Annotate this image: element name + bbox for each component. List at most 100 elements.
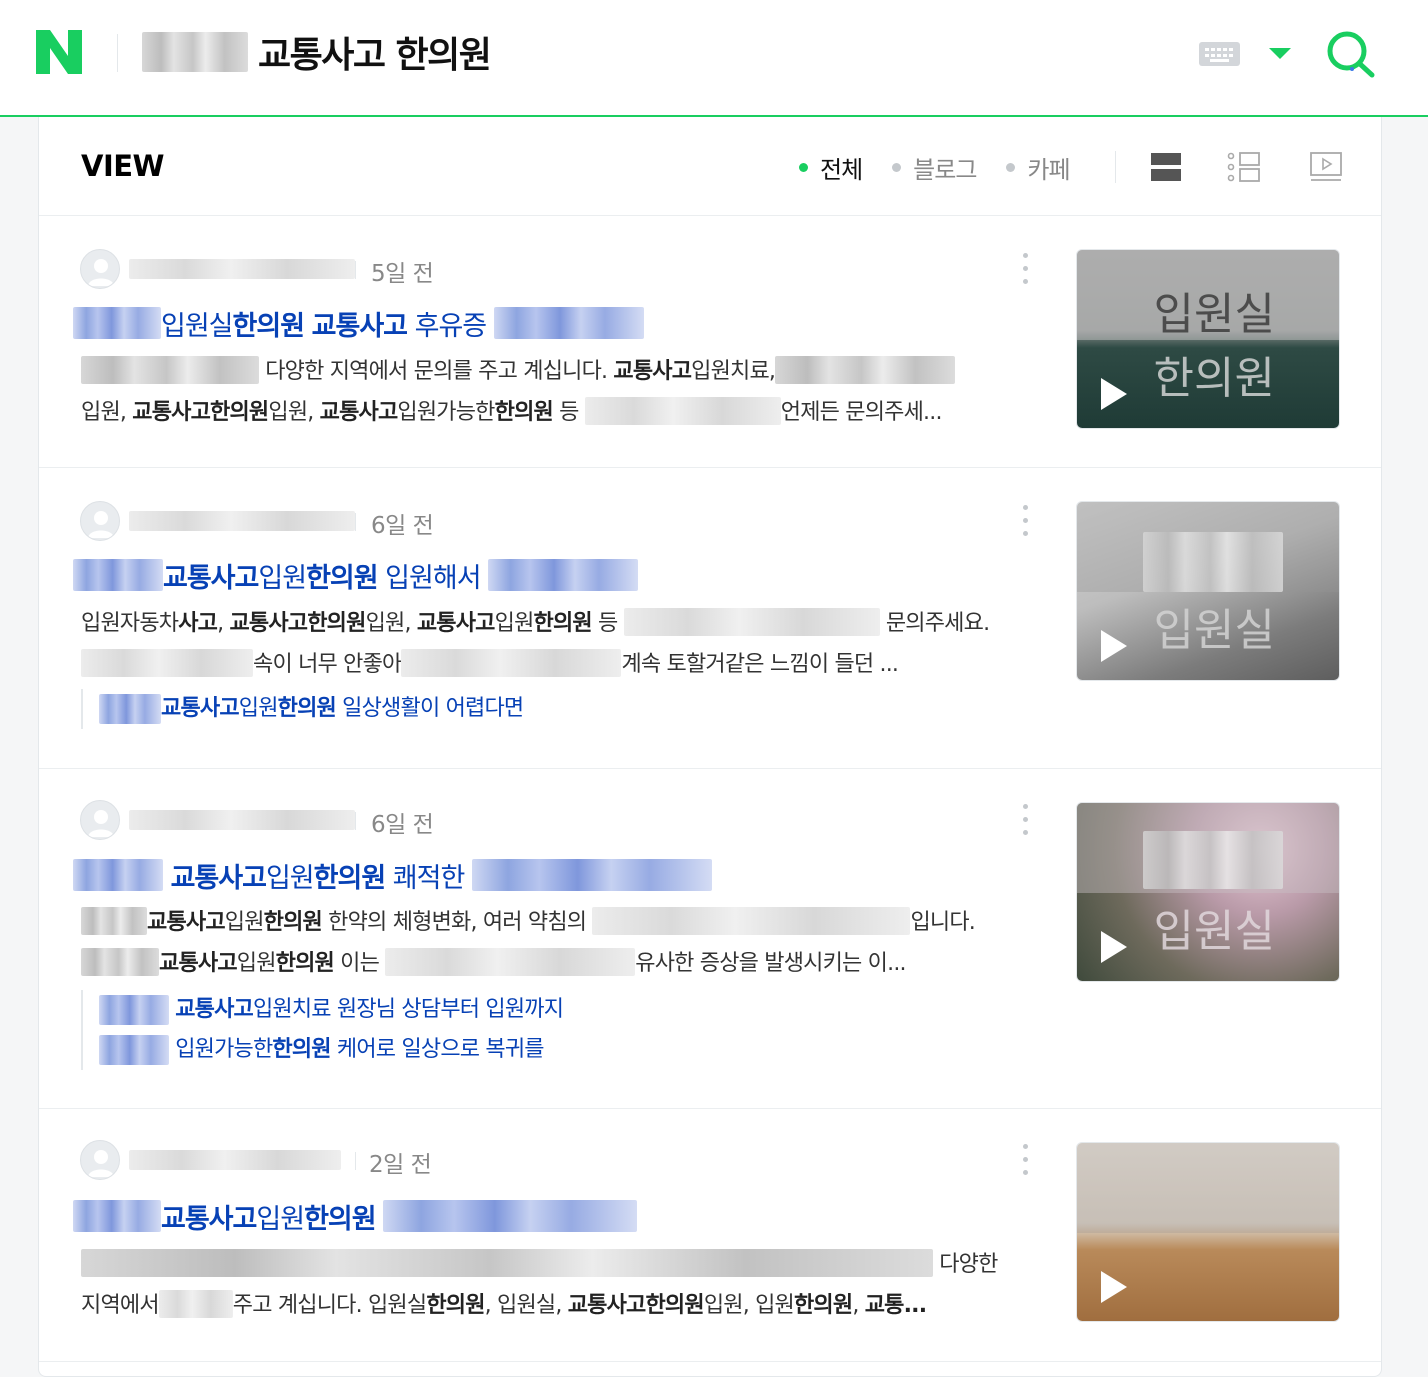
result-description[interactable]: 다양한 지역에서 주고 계십니다. 입원실한의원, 입원실, 교통사고한의원입원,… (81, 1244, 1031, 1326)
blurred-text (1143, 532, 1283, 592)
dropdown-arrow-icon[interactable] (1269, 48, 1291, 59)
result-description[interactable]: 교통사고입원한의원 한약의 체형변화, 여러 약침의 입니다. 교통사고입원한의… (81, 902, 1031, 984)
desc-text: 입원, (81, 400, 133, 425)
author-name-blurred[interactable] (129, 810, 355, 830)
result-title-link[interactable]: 입원실 한의원 교통사고 후유증 (73, 303, 644, 343)
more-options-icon[interactable] (1022, 253, 1030, 287)
desc-text: 입원 (224, 910, 265, 935)
title-keyword: 교통사고 (311, 310, 408, 342)
link-keyword: 한의원 (272, 1037, 331, 1062)
filter-cafe[interactable]: 카페 (1006, 150, 1071, 185)
blurred-text (383, 1200, 638, 1232)
dot-icon (892, 162, 902, 172)
result-description[interactable]: 입원자동차사고, 교통사고한의원입원, 교통사고입원한의원 등 문의주세요. 속… (81, 603, 1031, 685)
filter-label: 전체 (820, 155, 863, 184)
result-title-link[interactable]: 교통사고 입원 한의원 (73, 1196, 638, 1236)
desc-text: 입원 (236, 951, 277, 976)
blurred-text (385, 948, 636, 976)
author-avatar[interactable] (80, 249, 120, 289)
link-text: 입원치료 원장님 상담부터 입원까지 (252, 997, 564, 1022)
title-text: 입원 (258, 562, 307, 594)
title-keyword: 교통사고 (170, 862, 267, 894)
author-avatar[interactable] (80, 800, 120, 840)
section-title: VIEW (81, 149, 165, 183)
desc-text: , (852, 1293, 865, 1318)
desc-text: 다양한 (933, 1252, 998, 1277)
view-section-header: VIEW 전체 블로그 카페 (39, 117, 1381, 216)
filter-blog[interactable]: 블로그 (892, 150, 977, 185)
author-name-blurred[interactable] (129, 259, 355, 279)
more-options-icon[interactable] (1022, 804, 1030, 838)
result-thumbnail[interactable]: 입원실 한의원 (1076, 249, 1340, 429)
result-thumbnail[interactable] (1076, 1142, 1340, 1322)
blurred-text (488, 559, 639, 591)
related-link[interactable]: 교통사고 입원치료 원장님 상담부터 입원까지 (99, 990, 564, 1030)
title-keyword: 교통사고 (161, 1203, 257, 1235)
more-options-icon[interactable] (1022, 505, 1030, 539)
link-keyword: 한의원 (277, 696, 337, 721)
dot-icon (1006, 162, 1016, 172)
detail-view-icon[interactable] (1227, 151, 1261, 183)
desc-keyword: 교통사고 (416, 611, 496, 636)
video-view-icon[interactable] (1309, 151, 1343, 183)
author-avatar[interactable] (80, 1140, 120, 1180)
desc-keyword: 사고 (178, 611, 218, 636)
filter-all[interactable]: 전체 (799, 150, 863, 185)
search-query-field[interactable]: 교통사고 한의원 (142, 28, 492, 76)
desc-text: 입원자동차 (81, 611, 179, 636)
result-item: 6일 전 교통사고 입원 한의원 입원해서 입원자동차사고, 교통사고한의원입원, … (39, 469, 1381, 769)
desc-keyword: 교통사고 (613, 359, 692, 384)
blurred-text (81, 948, 159, 976)
desc-text: , (217, 611, 230, 636)
desc-text: 계속 토할거같은 느낌이 들던 ... (621, 652, 899, 677)
result-item: 5일 전 입원실 한의원 교통사고 후유증 다양한 지역에서 문의를 주고 계십니… (39, 217, 1381, 468)
blurred-text (81, 907, 147, 935)
desc-text: 등 (591, 611, 624, 636)
blurred-text (99, 995, 169, 1025)
result-thumbnail[interactable]: 입원실 (1076, 501, 1340, 681)
author-name-blurred[interactable] (129, 1150, 341, 1170)
blurred-text (73, 1200, 161, 1232)
desc-keyword: 교통사고한의원 (567, 1293, 705, 1318)
naver-logo-icon[interactable] (36, 30, 82, 74)
desc-text: 등 (552, 400, 585, 425)
result-title-link[interactable]: 교통사고 입원 한의원 입원해서 (73, 555, 639, 595)
filter-divider (1115, 151, 1116, 183)
title-text (163, 860, 171, 891)
result-title-link[interactable]: 교통사고 입원 한의원 쾌적한 (73, 855, 712, 895)
desc-text: 이는 (333, 951, 386, 976)
result-description[interactable]: 다양한 지역에서 문의를 주고 계십니다. 교통사고입원치료, 입원, 교통사고… (81, 351, 1031, 433)
meta-divider (355, 812, 356, 830)
desc-text: 입원, (365, 611, 417, 636)
related-link[interactable]: 입원가능한 한의원 케어로 일상으로 복귀를 (99, 1030, 563, 1070)
user-icon (88, 511, 114, 538)
related-link[interactable]: 교통사고 입원 한의원 일상생활이 어렵다면 (99, 689, 524, 729)
related-links: 교통사고 입원치료 원장님 상담부터 입원까지 입원가능한 한의원 케어로 일상으로… (81, 990, 564, 1070)
active-dot-icon (799, 162, 808, 172)
keyboard-icon[interactable] (1199, 42, 1240, 66)
list-view-icon[interactable] (1149, 151, 1183, 183)
desc-keyword: 한의원 (793, 1293, 853, 1318)
filter-label: 카페 (1027, 155, 1070, 184)
blurred-text (81, 356, 259, 384)
result-thumbnail[interactable]: 입원실 (1076, 802, 1340, 982)
result-item: 6일 전 교통사고 입원 한의원 쾌적한 교통사고입원한의원 한약의 체형변화, 여… (39, 770, 1381, 1109)
author-name-blurred[interactable] (129, 511, 355, 531)
blurred-text (142, 32, 248, 72)
search-icon[interactable] (1326, 30, 1376, 78)
post-date: 6일 전 (371, 513, 434, 539)
desc-text: 문의주세요. (879, 611, 990, 636)
title-keyword: 한의원 (304, 1203, 377, 1235)
desc-keyword: 교통... (864, 1293, 927, 1318)
blurred-text (73, 307, 161, 339)
blurred-text (401, 649, 622, 677)
blurred-text (99, 1035, 169, 1065)
author-avatar[interactable] (80, 501, 120, 541)
header-divider (117, 34, 118, 72)
title-text (304, 308, 312, 339)
link-keyword: 교통사고 (175, 997, 254, 1022)
user-icon (88, 259, 114, 286)
blurred-text (73, 559, 163, 591)
more-options-icon[interactable] (1022, 1144, 1030, 1178)
blurred-text (158, 1290, 233, 1318)
